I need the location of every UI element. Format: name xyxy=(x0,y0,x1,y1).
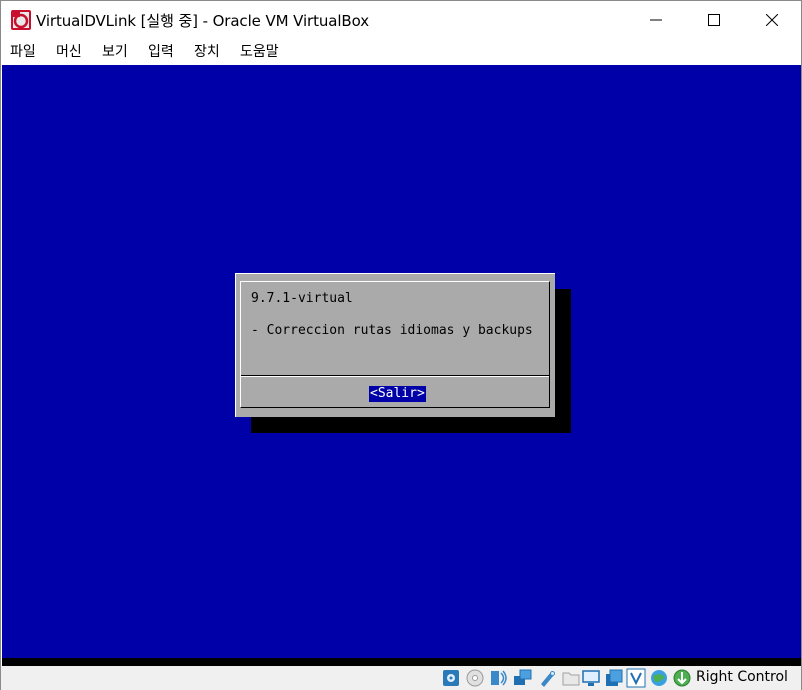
menu-help[interactable]: 도움말 xyxy=(240,41,279,61)
dialog-frame: 9.7.1-virtual - Correccion rutas idiomas… xyxy=(240,281,550,408)
host-key-label: Right Control xyxy=(696,669,788,685)
vm-display[interactable]: 9.7.1-virtual - Correccion rutas idiomas… xyxy=(2,65,801,658)
menu-view[interactable]: 보기 xyxy=(102,41,128,61)
menu-file[interactable]: 파일 xyxy=(10,41,36,61)
video-capture-icon[interactable] xyxy=(604,668,624,688)
maximize-button[interactable] xyxy=(685,1,743,38)
window-title: VirtualDVLink [실행 중] - Oracle VM Virtual… xyxy=(36,12,370,30)
hard-disk-icon[interactable] xyxy=(441,668,461,688)
usb-icon[interactable] xyxy=(537,668,557,688)
close-icon xyxy=(766,13,778,26)
menu-machine[interactable]: 머신 xyxy=(56,41,82,61)
salir-button[interactable]: <Salir> xyxy=(369,386,426,402)
maximize-icon xyxy=(708,13,720,26)
network-icon[interactable] xyxy=(513,668,533,688)
audio-icon[interactable] xyxy=(489,668,509,688)
message-dialog: 9.7.1-virtual - Correccion rutas idiomas… xyxy=(235,273,555,417)
minimize-icon xyxy=(650,19,662,20)
title-bar[interactable]: VirtualDVLink [실행 중] - Oracle VM Virtual… xyxy=(1,1,801,38)
status-bar: Right Control xyxy=(1,666,801,690)
dialog-version-text: 9.7.1-virtual xyxy=(251,291,353,306)
dialog-separator-highlight xyxy=(241,376,549,377)
minimize-button[interactable] xyxy=(627,1,685,38)
virtualbox-app-icon[interactable] xyxy=(11,10,31,30)
menu-bar: 파일 머신 보기 입력 장치 도움말 xyxy=(1,38,801,65)
close-button[interactable] xyxy=(743,1,801,38)
cpu-icon[interactable] xyxy=(649,668,669,688)
virtualbox-window: VirtualDVLink [실행 중] - Oracle VM Virtual… xyxy=(0,0,802,690)
menu-input[interactable]: 입력 xyxy=(148,41,174,61)
display-icon[interactable] xyxy=(581,668,601,688)
vm-display-bottom-strip xyxy=(2,658,801,666)
mouse-integration-icon[interactable] xyxy=(672,668,692,688)
dialog-changelog-text: - Correccion rutas idiomas y backups xyxy=(251,323,533,338)
optical-drive-icon[interactable] xyxy=(465,668,485,688)
menu-devices[interactable]: 장치 xyxy=(194,41,220,61)
shared-folders-icon[interactable] xyxy=(561,668,581,688)
virtualization-icon[interactable] xyxy=(626,668,646,688)
